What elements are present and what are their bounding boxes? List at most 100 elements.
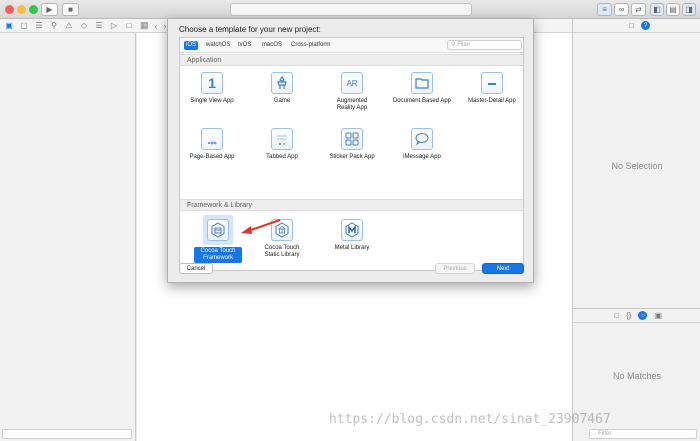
right-panel-icon: ◨: [685, 5, 693, 14]
window-toolbar: ▶ ■ ≡ ∞ ⇄ ◧ ▤ ◨: [0, 0, 700, 19]
inspector-pane: □ ? No Selection: [572, 19, 700, 308]
template-label: iMessage App: [403, 154, 441, 160]
quick-help-icon[interactable]: ?: [641, 21, 650, 30]
align-icon: ≡: [602, 5, 607, 14]
template-single-view-app[interactable]: 1 Single View App: [180, 72, 244, 105]
library-filter-field[interactable]: Filter: [589, 429, 697, 439]
left-panel-icon: ◧: [653, 5, 661, 14]
no-selection-label: No Selection: [611, 161, 663, 171]
template-panel: iOS watchOS tvOS macOS Cross-platform ⚲ …: [179, 37, 524, 271]
arrows-icon: ⇄: [635, 5, 642, 14]
template-label: Page-Based App: [189, 154, 235, 160]
editor-assistant-button[interactable]: ∞: [614, 3, 629, 16]
template-label: Metal Library: [334, 245, 370, 251]
toggle-navigator-button[interactable]: ◧: [650, 3, 664, 16]
run-button[interactable]: ▶: [41, 3, 58, 16]
link-icon: ∞: [618, 5, 625, 14]
annotation-arrow-icon: [241, 219, 281, 234]
test-icon[interactable]: ◇: [79, 21, 89, 30]
ar-icon: AR: [341, 72, 363, 94]
template-sticker-pack-app[interactable]: Sticker Pack App: [320, 128, 384, 161]
sheet-title: Choose a template for your new project:: [179, 25, 321, 34]
tabbed-icon: [271, 128, 293, 150]
file-inspector-icon[interactable]: □: [629, 21, 634, 30]
next-button[interactable]: Next: [482, 263, 524, 274]
toggle-debug-button[interactable]: ▤: [666, 3, 680, 16]
selected-highlight: [203, 215, 233, 245]
filter-placeholder: Filter: [457, 42, 471, 48]
template-imessage-app[interactable]: iMessage App: [390, 128, 454, 161]
tab-tvos[interactable]: tvOS: [236, 41, 253, 50]
template-label: Augmented Reality App: [336, 98, 368, 111]
editor-standard-button[interactable]: ≡: [597, 3, 612, 16]
template-label: Sticker Pack App: [329, 154, 375, 160]
previous-button[interactable]: Previous: [435, 263, 475, 274]
cocoa-touch-framework-icon: [207, 219, 229, 241]
template-metal-library[interactable]: Metal Library: [320, 219, 384, 252]
folder-icon[interactable]: ▣: [4, 21, 14, 30]
object-library-icon[interactable]: ○: [638, 311, 648, 320]
template-label: Game: [273, 98, 291, 104]
template-master-detail-app[interactable]: Master-Detail App: [460, 72, 524, 105]
sticker-pack-icon: [341, 128, 363, 150]
document-icon: [411, 72, 433, 94]
debug-icon[interactable]: ☰: [94, 21, 104, 30]
template-tabbed-app[interactable]: Tabbed App: [250, 128, 314, 161]
file-template-icon[interactable]: □: [614, 311, 619, 320]
project-navigator: [0, 33, 136, 441]
zoom-window-button[interactable]: [29, 5, 38, 14]
template-label: Master-Detail App: [468, 98, 516, 104]
close-window-button[interactable]: [5, 5, 14, 14]
template-label: Cocoa Touch Framework: [194, 247, 242, 263]
page-based-icon: [201, 128, 223, 150]
tab-cross-platform[interactable]: Cross-platform: [289, 41, 332, 50]
template-label: Document Based App: [392, 98, 452, 104]
report-icon[interactable]: □: [124, 21, 134, 30]
stop-icon: ■: [68, 5, 73, 14]
no-matches-label: No Matches: [612, 371, 662, 381]
template-game[interactable]: Game: [250, 72, 314, 105]
code-snippet-icon[interactable]: {}: [626, 311, 631, 320]
xcode-window: ▶ ■ ≡ ∞ ⇄ ◧ ▤ ◨ ▣ ▢ ☰ ⚲ ⚠ ◇ ☰ ▷ □ ▦ ‹ › …: [0, 0, 700, 441]
template-page-based-app[interactable]: Page-Based App: [180, 128, 244, 161]
library-tab-bar: □ {} ○ ▣: [573, 309, 700, 323]
source-control-icon[interactable]: ▢: [19, 21, 29, 30]
toggle-inspector-button[interactable]: ◨: [682, 3, 696, 16]
cancel-button[interactable]: Cancel: [179, 263, 213, 274]
search-icon[interactable]: ⚲: [49, 21, 59, 30]
platform-tab-bar: iOS watchOS tvOS macOS Cross-platform ⚲ …: [180, 38, 523, 53]
tab-ios[interactable]: iOS: [184, 41, 199, 50]
media-library-icon[interactable]: ▣: [654, 311, 662, 320]
stop-button[interactable]: ■: [62, 3, 79, 16]
play-icon: ▶: [46, 5, 53, 14]
template-label: Tabbed App: [266, 154, 298, 160]
section-header-framework: Framework & Library: [180, 199, 523, 211]
navigator-tab-bar: ▣ ▢ ☰ ⚲ ⚠ ◇ ☰ ▷ □: [0, 19, 136, 33]
inspector-tab-bar: □ ?: [573, 19, 700, 33]
watermark-text: https://blog.csdn.net/sinat_23907467: [329, 412, 611, 427]
back-icon[interactable]: ‹: [155, 21, 158, 31]
activity-viewer: [230, 3, 472, 16]
breakpoint-icon[interactable]: ▷: [109, 21, 119, 30]
navigator-filter-field[interactable]: [2, 429, 132, 439]
metal-library-icon: [341, 219, 363, 241]
bottom-panel-icon: ▤: [669, 5, 677, 14]
tab-watchos[interactable]: watchOS: [204, 41, 232, 50]
warning-icon[interactable]: ⚠: [64, 21, 74, 30]
template-chooser-sheet: Choose a template for your new project: …: [167, 19, 534, 283]
minimize-window-button[interactable]: [17, 5, 26, 14]
template-label: Cocoa Touch Static Library: [264, 245, 300, 258]
template-filter-field[interactable]: ⚲ Filter: [447, 40, 522, 50]
imessage-icon: [411, 128, 433, 150]
editor-version-button[interactable]: ⇄: [631, 3, 646, 16]
master-detail-icon: [481, 72, 503, 94]
game-icon: [271, 72, 293, 94]
single-view-icon: 1: [201, 72, 223, 94]
grid-icon[interactable]: ▦: [140, 20, 149, 31]
template-augmented-reality-app[interactable]: AR Augmented Reality App: [320, 72, 384, 112]
template-document-based-app[interactable]: Document Based App: [390, 72, 454, 105]
hierarchy-icon[interactable]: ☰: [34, 21, 44, 30]
tab-macos[interactable]: macOS: [260, 41, 284, 50]
template-label: Single View App: [190, 98, 234, 104]
section-header-application: Application: [180, 54, 523, 66]
